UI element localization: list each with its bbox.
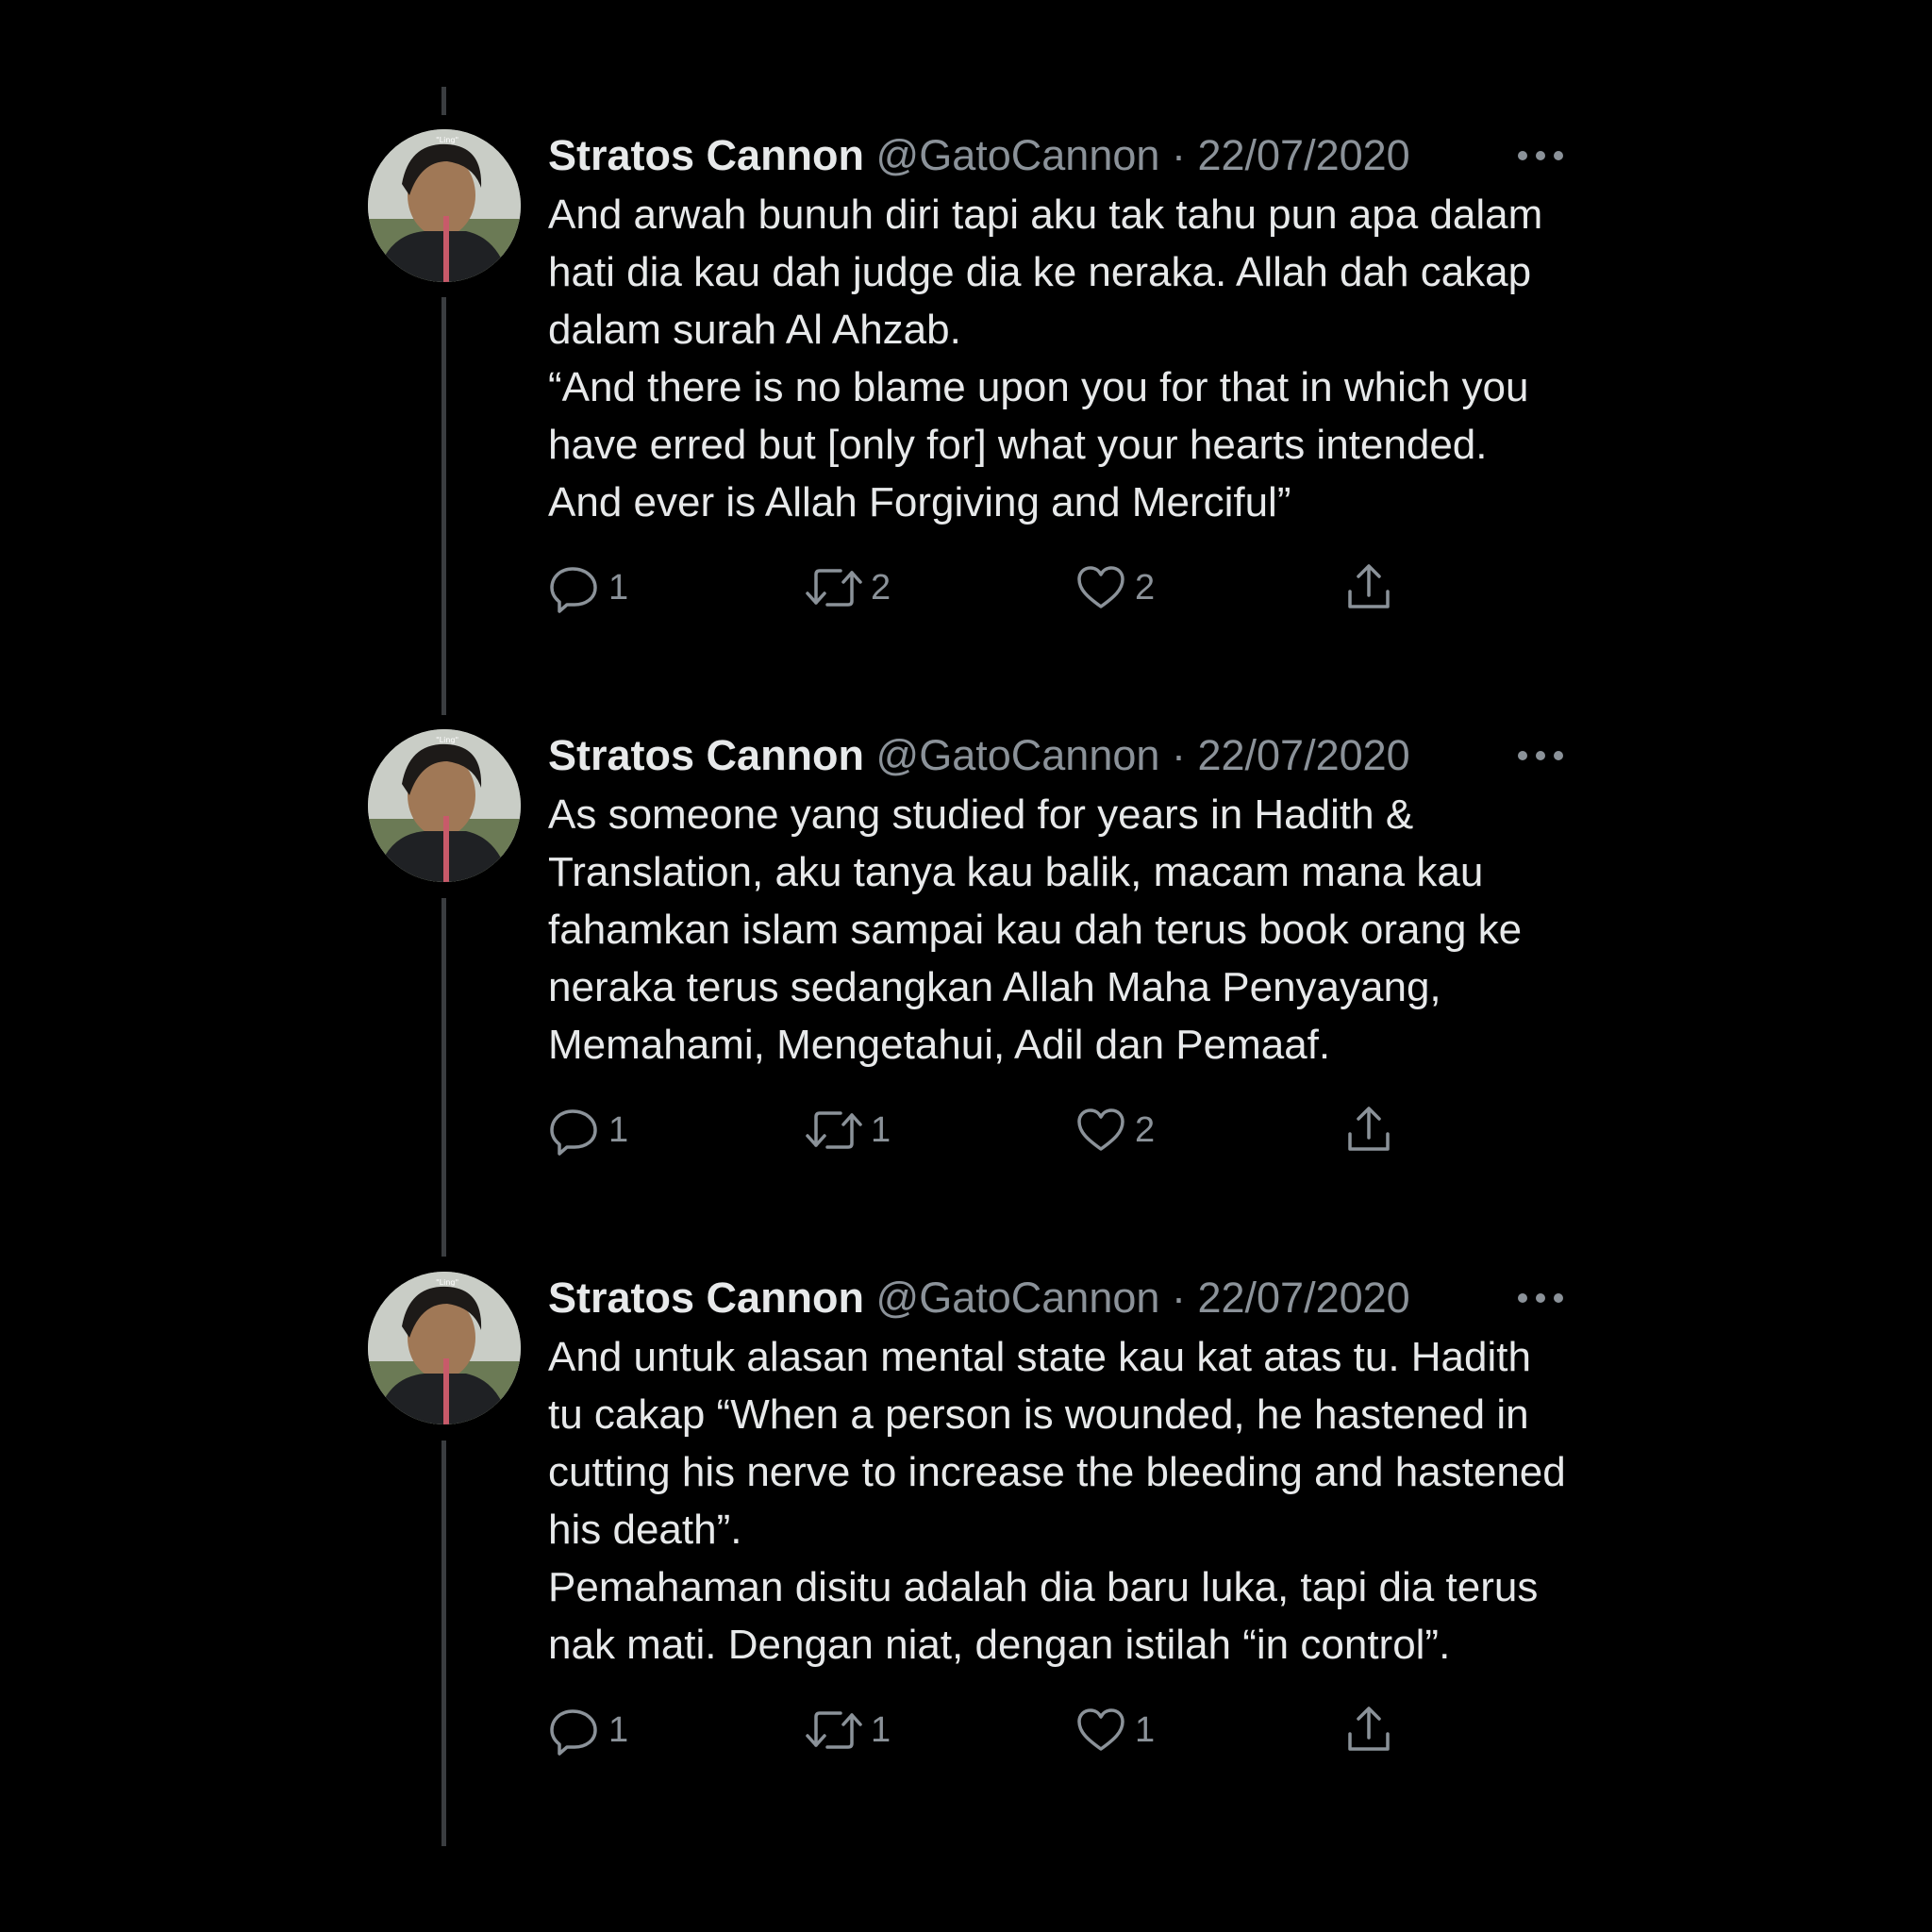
tweet-text: As someone yang studied for years in Had… xyxy=(548,791,1523,1068)
retweet-count: 1 xyxy=(871,1709,891,1750)
thread-connector-line xyxy=(441,898,446,1257)
author-name[interactable]: Stratos Cannon xyxy=(548,1274,864,1322)
share-upload-icon xyxy=(1342,1704,1395,1757)
retweet-arrows-icon xyxy=(805,1704,863,1757)
three-dots-icon xyxy=(1514,733,1567,778)
separator-dot: · xyxy=(1171,131,1186,179)
share-button[interactable] xyxy=(1342,1702,1395,1758)
tweet-text: And untuk alasan mental state kau kat at… xyxy=(548,1334,1566,1668)
avatar[interactable]: "Ling" xyxy=(368,729,521,882)
retweet-button[interactable]: 2 xyxy=(805,559,891,616)
reply-count: 1 xyxy=(608,1109,629,1150)
tweet-header: Stratos Cannon @GatoCannon · 22/07/2020 xyxy=(548,129,1567,182)
more-options-button[interactable] xyxy=(1514,1275,1567,1321)
author-name[interactable]: Stratos Cannon xyxy=(548,131,864,179)
avatar[interactable]: "Ling" xyxy=(368,129,521,282)
tweet-date[interactable]: 22/07/2020 xyxy=(1197,731,1409,779)
svg-text:"Ling": "Ling" xyxy=(436,136,458,144)
share-button[interactable] xyxy=(1342,1102,1395,1158)
like-button[interactable]: 2 xyxy=(1074,1102,1155,1158)
avatar[interactable]: "Ling" xyxy=(368,1272,521,1424)
author-handle[interactable]: @GatoCannon xyxy=(876,131,1160,179)
avatar-photo: "Ling" xyxy=(368,729,521,882)
svg-text:"Ling": "Ling" xyxy=(436,1278,458,1287)
three-dots-icon xyxy=(1514,1275,1567,1321)
share-upload-icon xyxy=(1342,1104,1395,1157)
like-button[interactable]: 2 xyxy=(1074,559,1155,616)
three-dots-icon xyxy=(1514,133,1567,178)
like-count: 2 xyxy=(1135,1109,1156,1150)
retweet-button[interactable]: 1 xyxy=(805,1102,891,1158)
retweet-count: 1 xyxy=(871,1109,891,1150)
reply-count: 1 xyxy=(608,1709,629,1750)
thread-connector-line xyxy=(441,297,446,715)
like-count: 2 xyxy=(1135,567,1156,608)
author-name[interactable]: Stratos Cannon xyxy=(548,731,864,779)
like-button[interactable]: 1 xyxy=(1074,1702,1155,1758)
reply-button[interactable]: 1 xyxy=(548,559,628,616)
svg-text:"Ling": "Ling" xyxy=(436,736,458,744)
author-handle[interactable]: @GatoCannon xyxy=(876,1274,1160,1322)
tweet-header: Stratos Cannon @GatoCannon · 22/07/2020 xyxy=(548,1272,1567,1324)
retweet-arrows-icon xyxy=(805,561,863,614)
tweet-date[interactable]: 22/07/2020 xyxy=(1197,1274,1409,1322)
more-options-button[interactable] xyxy=(1514,133,1567,178)
tweet-date[interactable]: 22/07/2020 xyxy=(1197,131,1409,179)
retweet-button[interactable]: 1 xyxy=(805,1702,891,1758)
avatar-photo: "Ling" xyxy=(368,1272,521,1424)
share-button[interactable] xyxy=(1342,559,1395,616)
heart-icon xyxy=(1074,561,1127,614)
retweet-count: 2 xyxy=(871,567,891,608)
thread-connector-line xyxy=(441,1441,446,1846)
separator-dot: · xyxy=(1171,1274,1186,1322)
like-count: 1 xyxy=(1135,1709,1156,1750)
heart-icon xyxy=(1074,1704,1127,1757)
share-upload-icon xyxy=(1342,561,1395,614)
reply-count: 1 xyxy=(608,567,629,608)
avatar-photo: "Ling" xyxy=(368,129,521,282)
reply-button[interactable]: 1 xyxy=(548,1702,628,1758)
thread-connector-line xyxy=(441,87,446,115)
speech-bubble-icon xyxy=(548,1704,601,1757)
more-options-button[interactable] xyxy=(1514,733,1567,778)
speech-bubble-icon xyxy=(548,1104,601,1157)
tweet-text: And arwah bunuh diri tapi aku tak tahu p… xyxy=(548,192,1543,525)
separator-dot: · xyxy=(1171,731,1186,779)
retweet-arrows-icon xyxy=(805,1104,863,1157)
thread-view: "Ling" Stratos Cannon @GatoCannon · 22/0… xyxy=(0,0,1932,1932)
tweet-actions: 1 1 1 xyxy=(548,1702,1567,1758)
reply-button[interactable]: 1 xyxy=(548,1102,628,1158)
tweet-header: Stratos Cannon @GatoCannon · 22/07/2020 xyxy=(548,729,1567,782)
heart-icon xyxy=(1074,1104,1127,1157)
tweet-actions: 1 1 2 xyxy=(548,1102,1567,1158)
tweet-actions: 1 2 2 xyxy=(548,559,1567,616)
speech-bubble-icon xyxy=(548,561,601,614)
author-handle[interactable]: @GatoCannon xyxy=(876,731,1160,779)
